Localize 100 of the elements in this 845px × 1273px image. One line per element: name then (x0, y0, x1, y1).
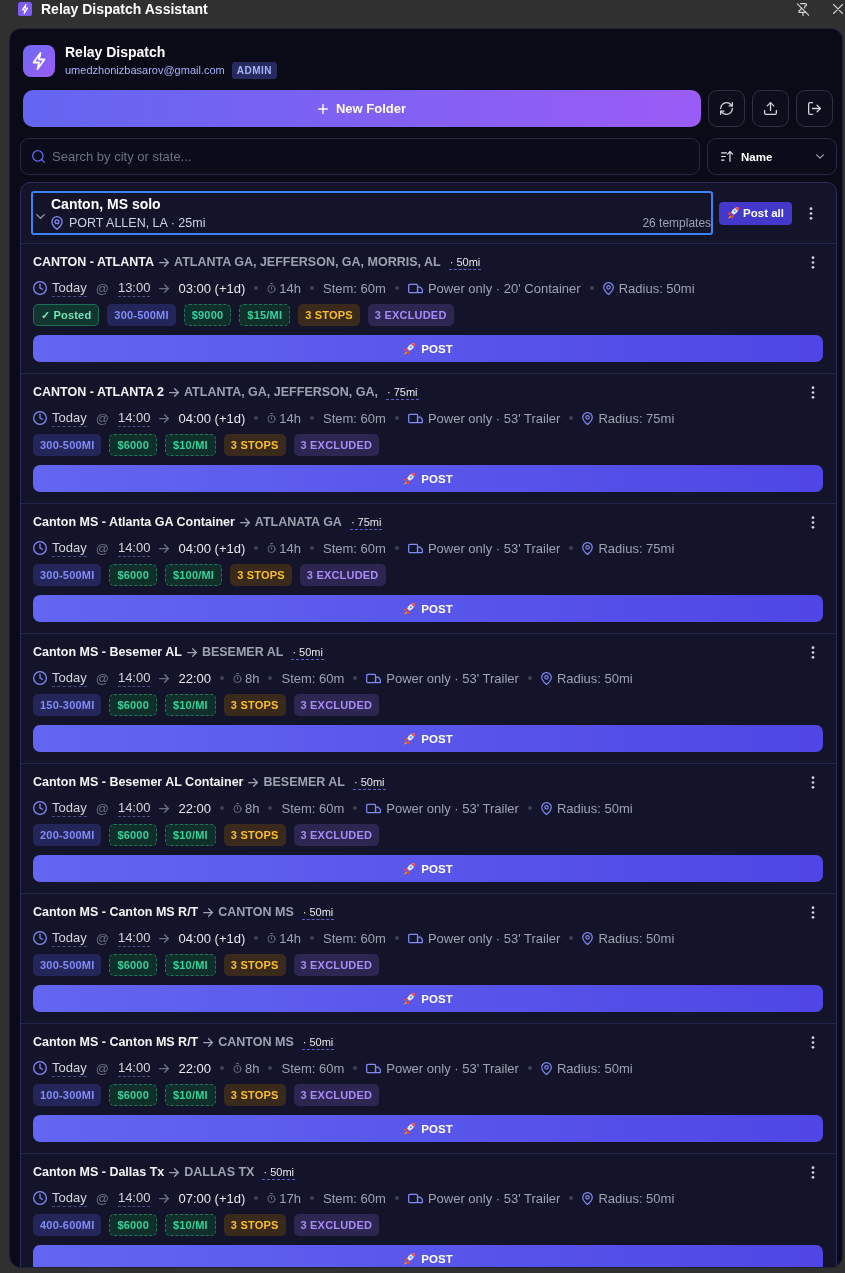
bullet-icon (220, 676, 224, 680)
stem-text: Stem: 60m (281, 670, 345, 686)
pay-tag: $15/MI (239, 304, 291, 326)
day-field[interactable]: Today (52, 669, 87, 687)
post-button[interactable]: POST (33, 335, 823, 362)
kebab-menu-icon[interactable] (811, 385, 815, 399)
distance-field[interactable]: · 75mi (349, 514, 383, 530)
post-all-button[interactable]: Post all (719, 201, 792, 225)
stem-text: Stem: 60m (281, 800, 345, 816)
search-field[interactable]: Search by city or state... (20, 138, 700, 175)
kebab-menu-icon[interactable] (811, 645, 815, 659)
distance-field[interactable]: · 50mi (291, 644, 324, 660)
map-pin-icon (540, 671, 552, 685)
equipment-text: Power only · 53' Trailer (386, 800, 519, 816)
post-button[interactable]: POST (33, 465, 823, 492)
map-pin-icon (540, 1061, 552, 1075)
kebab-menu-icon[interactable] (811, 1165, 815, 1179)
start-time-field[interactable]: 14:00 (117, 409, 151, 427)
map-pin-icon (582, 541, 594, 555)
radius-text: Radius: 50mi (618, 280, 695, 296)
destination-text: ATLANATA GA (254, 515, 342, 529)
day-field[interactable]: Today (52, 409, 87, 427)
lightning-logo-icon (18, 2, 32, 16)
template-count: 26 templates (642, 216, 712, 230)
stops-tag: 3 STOPS (223, 1084, 286, 1106)
bullet-icon (527, 676, 532, 680)
close-icon[interactable] (833, 4, 843, 14)
folder-header[interactable]: Canton, MS solo PORT ALLEN, LA · 25mi 26 templates (31, 191, 714, 235)
day-field[interactable]: Today (52, 929, 87, 947)
start-time-field[interactable]: 14:00 (117, 1059, 151, 1077)
rocket-icon (403, 342, 416, 355)
excluded-tag: 3 EXCLUDED (293, 954, 380, 976)
bullet-icon (394, 546, 399, 550)
pay-tag: $10/MI (165, 954, 216, 976)
day-field[interactable]: Today (52, 279, 87, 297)
end-time-text: 04:00 (+1d) (178, 540, 246, 556)
day-field[interactable]: Today (52, 1189, 87, 1207)
distance-field[interactable]: · 50mi (448, 254, 482, 270)
equipment-text: Power only · 53' Trailer (427, 930, 561, 946)
destination-text: ATLANTA, GA, JEFFERSON, GA, (184, 385, 378, 399)
kebab-menu-icon[interactable] (809, 206, 813, 220)
map-pin-icon (582, 1191, 594, 1205)
mileage-range-tag: 150-300MI (33, 694, 102, 716)
start-time-field[interactable]: 14:00 (117, 929, 151, 947)
stem-text: Stem: 60m (323, 410, 386, 426)
pay-tag: $10/MI (165, 434, 216, 456)
distance-field[interactable]: · 75mi (386, 384, 419, 400)
arrow-right-icon (169, 387, 179, 397)
kebab-menu-icon[interactable] (811, 775, 815, 789)
duration-text: 8h (245, 670, 260, 686)
post-button[interactable]: POST (33, 1115, 823, 1142)
day-field[interactable]: Today (52, 799, 87, 817)
bullet-icon (569, 936, 574, 940)
bullet-icon (589, 286, 594, 290)
pay-tag: $6000 (109, 1084, 157, 1106)
start-time-field[interactable]: 13:00 (117, 279, 151, 297)
pay-tag: $6000 (109, 694, 157, 716)
kebab-menu-icon[interactable] (811, 1035, 815, 1049)
pay-tag: $6000 (109, 434, 157, 456)
stem-text: Stem: 60m (281, 1060, 345, 1076)
post-button[interactable]: POST (33, 725, 823, 752)
post-button[interactable]: POST (33, 1245, 823, 1267)
distance-field[interactable]: · 50mi (262, 1164, 295, 1180)
logout-button[interactable] (796, 90, 833, 127)
clock-icon (33, 1191, 47, 1205)
start-time-field[interactable]: 14:00 (117, 799, 151, 817)
role-badge: ADMIN (231, 61, 278, 79)
template-name: CANTON - ATLANTA 2 (33, 385, 164, 399)
bullet-icon (353, 676, 358, 680)
start-time-field[interactable]: 14:00 (117, 669, 151, 687)
pin-off-icon[interactable] (797, 2, 809, 16)
post-button[interactable]: POST (33, 855, 823, 882)
day-field[interactable]: Today (52, 539, 87, 557)
day-field[interactable]: Today (52, 1059, 87, 1077)
stem-text: Stem: 60m (323, 280, 386, 296)
duration-text: 17h (279, 1190, 301, 1206)
start-time-field[interactable]: 14:00 (117, 1189, 151, 1207)
distance-field[interactable]: · 50mi (352, 774, 386, 790)
new-folder-button[interactable]: New Folder (23, 90, 701, 127)
rocket-icon (403, 992, 416, 1005)
radius-text: Radius: 50mi (556, 670, 633, 686)
refresh-button[interactable] (708, 90, 745, 127)
start-time-field[interactable]: 14:00 (117, 539, 151, 557)
arrow-right-icon (159, 413, 170, 423)
kebab-menu-icon[interactable] (811, 255, 815, 269)
bullet-icon (353, 1066, 358, 1070)
timer-icon (233, 673, 242, 683)
bullet-icon (310, 936, 314, 940)
post-button[interactable]: POST (33, 595, 823, 622)
kebab-menu-icon[interactable] (811, 905, 815, 919)
kebab-menu-icon[interactable] (811, 515, 815, 529)
distance-field[interactable]: · 50mi (301, 904, 335, 920)
chevron-icon[interactable] (36, 213, 45, 219)
post-button[interactable]: POST (33, 985, 823, 1012)
folder-location: PORT ALLEN, LA · 25mi (69, 216, 206, 230)
upload-button[interactable] (752, 90, 789, 127)
stops-tag: 3 STOPS (223, 824, 286, 846)
rocket-icon (403, 1122, 416, 1135)
sort-select[interactable]: Name (707, 138, 837, 175)
distance-field[interactable]: · 50mi (301, 1034, 335, 1050)
